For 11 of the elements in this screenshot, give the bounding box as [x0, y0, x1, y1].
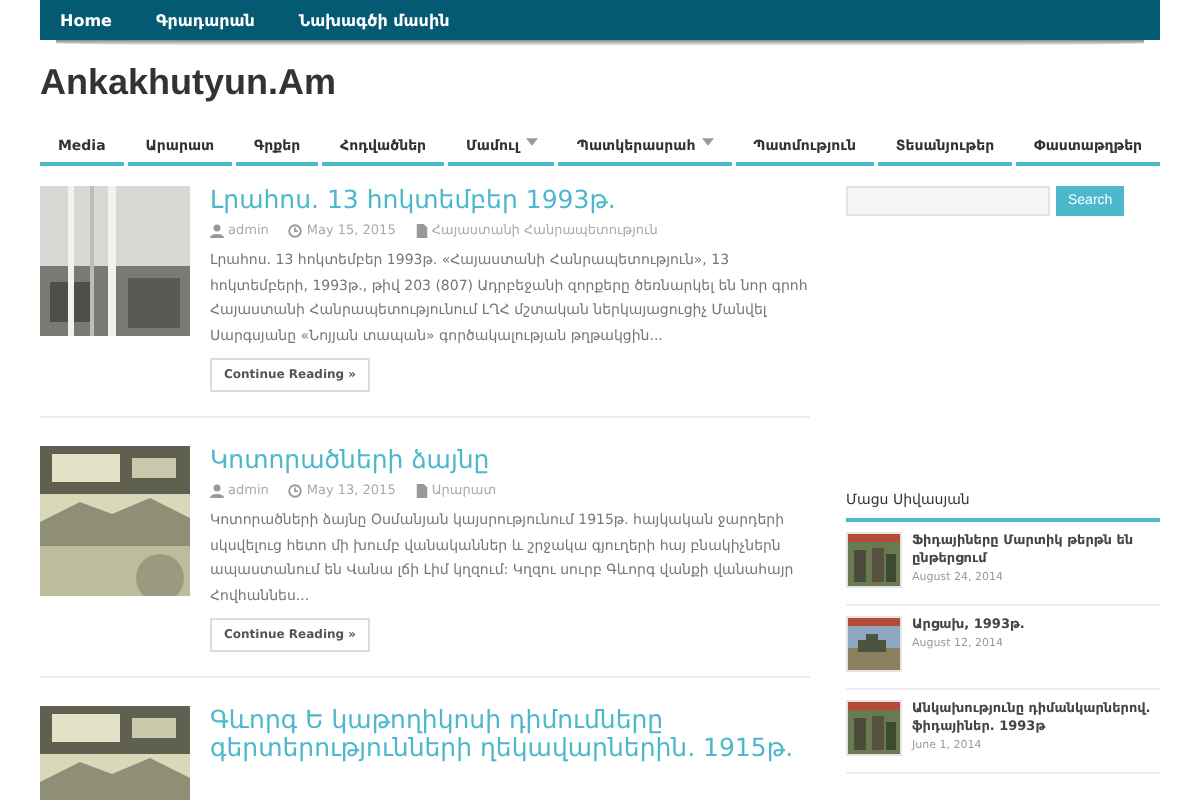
document-icon — [415, 483, 428, 497]
clock-icon — [288, 223, 303, 237]
top-menu-link[interactable]: Նախագծի մասին — [298, 11, 450, 29]
user-icon — [210, 223, 224, 237]
top-menu-link[interactable]: Home — [60, 11, 112, 29]
top-menu-link[interactable]: Գրադարան — [155, 11, 255, 29]
document-icon — [415, 223, 428, 237]
clock-icon — [288, 483, 303, 497]
user-icon — [210, 483, 224, 497]
site-title[interactable]: Ankakhutyun.Am — [40, 62, 1160, 104]
search-field[interactable] — [846, 186, 1050, 216]
